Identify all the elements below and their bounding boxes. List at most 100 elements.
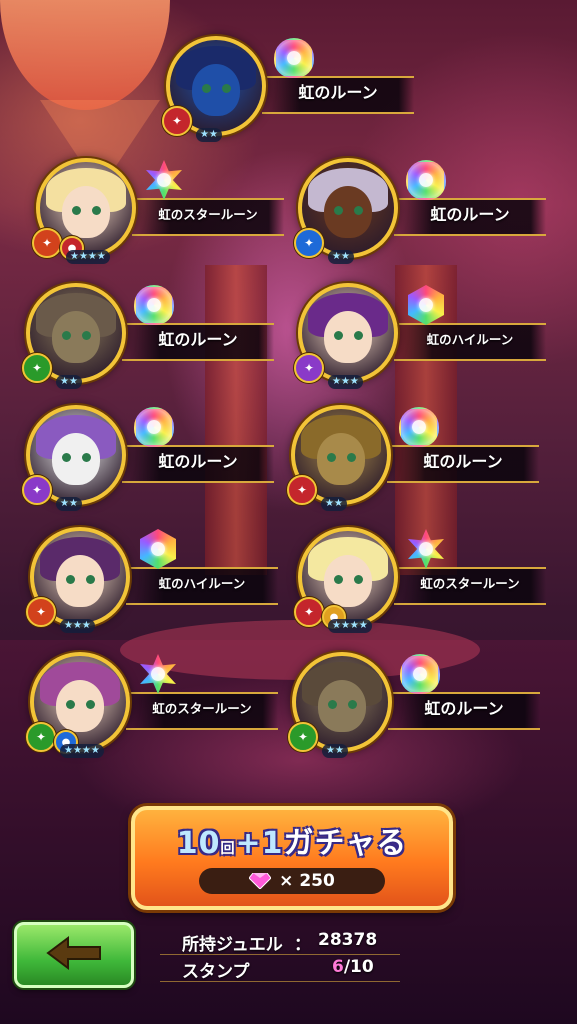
result-card[interactable]: 虹のルーン ✦ ★★ xyxy=(22,283,276,393)
portrait-eye xyxy=(86,575,95,584)
element-icon: ✦ xyxy=(294,353,324,383)
portrait-eye xyxy=(202,84,211,93)
rune-label: 虹のルーン xyxy=(298,83,378,102)
jewel-value: 28378 xyxy=(318,930,378,950)
element-icon: ✦ xyxy=(288,722,318,752)
rarity-stars: ★★ xyxy=(322,744,348,758)
portrait-face xyxy=(52,311,100,363)
rune-star-icon xyxy=(144,160,184,200)
stamp-label: スタンプ xyxy=(182,962,250,982)
rune-label: 虹のスタールーン xyxy=(152,701,252,716)
element-icon: ✦ xyxy=(287,475,317,505)
gacha-plus: +1 xyxy=(235,826,284,861)
portrait-eye xyxy=(82,453,91,462)
rune-core xyxy=(419,173,433,187)
portrait-eye xyxy=(62,453,71,462)
ceiling-lamp xyxy=(0,0,170,110)
portrait-face xyxy=(56,555,104,607)
portrait-eye xyxy=(334,575,343,584)
portrait-eye xyxy=(82,331,91,340)
portrait-face xyxy=(318,680,366,732)
rune-core xyxy=(147,420,161,434)
rune-core xyxy=(419,298,433,312)
result-card[interactable]: 虹のルーン ✦ ★★ xyxy=(22,405,276,515)
portrait-eye xyxy=(86,700,95,709)
rarity-stars: ★★★ xyxy=(328,375,363,389)
rune-hex-icon xyxy=(406,285,446,325)
rune-drop-icon xyxy=(399,407,439,447)
portrait-eye xyxy=(92,206,101,215)
result-card[interactable]: 虹のハイルーン ✦ ★★★ xyxy=(294,283,548,393)
portrait-face xyxy=(52,433,100,485)
portrait-eye xyxy=(66,575,75,584)
rarity-stars: ★★★★ xyxy=(66,250,110,264)
element-icon: ✦ xyxy=(22,353,52,383)
rune-label: 虹のハイルーン xyxy=(426,332,514,347)
result-card[interactable]: 虹のルーン ✦ ★★ xyxy=(294,158,548,268)
jewel-label: 所持ジュエル xyxy=(182,935,283,955)
stamp-value: 6/10 xyxy=(332,957,374,977)
rune-core xyxy=(412,420,426,434)
portrait-face xyxy=(62,186,110,238)
result-card[interactable]: 虹のルーン ✦ ★★ xyxy=(162,36,416,146)
portrait-eye xyxy=(334,331,343,340)
element-icon: ✦ xyxy=(162,106,192,136)
stamp-row: スタンプ 6/10 xyxy=(160,955,400,982)
rune-label: 虹のスタールーン xyxy=(158,207,258,222)
portrait-eye xyxy=(62,331,71,340)
arrow-left-icon xyxy=(46,936,102,974)
portrait-eye xyxy=(72,206,81,215)
element-icon: ✦ xyxy=(26,597,56,627)
jewel-icon xyxy=(249,873,272,889)
rune-core xyxy=(413,667,427,681)
rune-label: 虹のルーン xyxy=(430,205,510,224)
gacha-count: 10 xyxy=(176,826,221,861)
jewel-separator: ： xyxy=(294,935,311,955)
portrait-face xyxy=(324,186,372,238)
portrait-eye xyxy=(327,453,336,462)
rune-core xyxy=(151,542,165,556)
rarity-stars: ★★★★ xyxy=(60,744,104,758)
rarity-stars: ★★ xyxy=(56,375,82,389)
rune-core xyxy=(287,51,301,65)
rarity-stars: ★★ xyxy=(328,250,354,264)
player-stats: 所持ジュエル ： 28378 スタンプ 6/10 xyxy=(160,928,400,982)
gacha-button-title: 10回+1ガチャる xyxy=(135,818,449,862)
element-icon: ✦ xyxy=(32,228,62,258)
portrait-face xyxy=(192,64,240,116)
portrait-eye xyxy=(354,575,363,584)
rune-core xyxy=(157,173,171,187)
element-icon: ✦ xyxy=(294,597,324,627)
rune-core xyxy=(151,667,165,681)
result-card[interactable]: 虹のスタールーン ✦ ● ★★★★ xyxy=(26,652,280,762)
portrait-face xyxy=(56,680,104,732)
result-card[interactable]: 虹のスタールーン ✦ ● ★★★★ xyxy=(294,527,548,637)
rune-label: 虹のルーン xyxy=(158,330,238,349)
portrait-eye xyxy=(348,700,357,709)
portrait-eye xyxy=(334,206,343,215)
portrait-face xyxy=(317,433,365,485)
portrait-eye xyxy=(347,453,356,462)
gacha-10-plus-1-button[interactable]: 10回+1ガチャる × 250 xyxy=(131,806,453,910)
rune-label: 虹のルーン xyxy=(424,699,504,718)
portrait-eye xyxy=(222,84,231,93)
portrait-eye xyxy=(354,331,363,340)
stamp-current: 6 xyxy=(332,957,344,977)
rune-drop-icon xyxy=(400,654,440,694)
rune-star-icon xyxy=(406,529,446,569)
rune-drop-icon xyxy=(134,407,174,447)
result-card[interactable]: 虹のハイルーン ✦ ★★★ xyxy=(26,527,280,637)
element-icon: ✦ xyxy=(22,475,52,505)
back-button[interactable] xyxy=(14,922,134,988)
rarity-stars: ★★ xyxy=(196,128,222,142)
gacha-count-suffix: 回 xyxy=(220,841,236,857)
rune-star-icon xyxy=(138,654,178,694)
result-card[interactable]: 虹のルーン ✦ ★★ xyxy=(287,405,541,515)
portrait-eye xyxy=(328,700,337,709)
portrait-face xyxy=(324,555,372,607)
rune-label: 虹のハイルーン xyxy=(158,576,246,591)
gacha-action: ガチャる xyxy=(283,826,408,861)
portrait-face xyxy=(324,311,372,363)
result-card[interactable]: 虹のルーン ✦ ★★ xyxy=(288,652,542,762)
result-card[interactable]: 虹のスタールーン ✦ ● ★★★★ xyxy=(32,158,286,268)
